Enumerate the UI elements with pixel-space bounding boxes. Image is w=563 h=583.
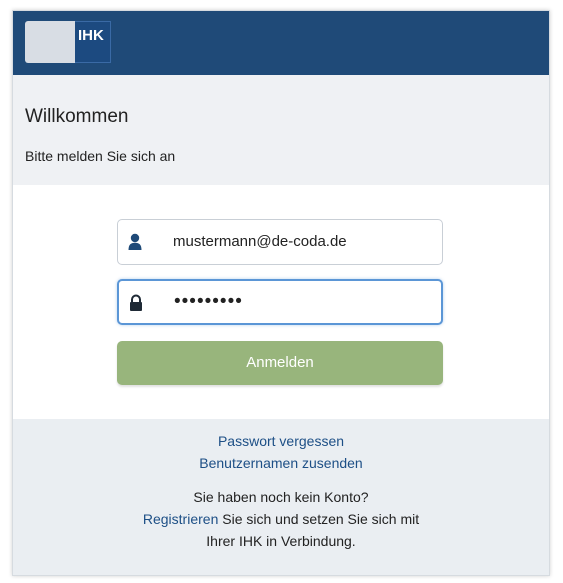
register-text: Sie sich und setzen Sie sich mit: [218, 511, 420, 527]
page-subtitle: Bitte melden Sie sich an: [25, 148, 176, 164]
login-form: mustermann@de-coda.de ••••••••• Anmelden: [13, 185, 549, 419]
no-account-text: Sie haben noch kein Konto?: [193, 489, 369, 505]
username-value: mustermann@de-coda.de: [173, 233, 347, 250]
logo-text: IHK: [75, 21, 111, 63]
login-button[interactable]: Anmelden: [117, 341, 443, 385]
password-value: •••••••••: [174, 291, 243, 312]
user-icon: [128, 233, 142, 251]
lock-icon: [129, 294, 143, 312]
password-field[interactable]: •••••••••: [117, 279, 443, 325]
username-field[interactable]: mustermann@de-coda.de: [117, 219, 443, 265]
header-bar: IHK: [13, 11, 549, 75]
login-card: IHK Willkommen Bitte melden Sie sich an …: [12, 10, 550, 576]
forgot-password-link[interactable]: Passwort vergessen: [218, 433, 344, 449]
welcome-section: Willkommen Bitte melden Sie sich an: [13, 75, 549, 185]
register-text-2: Ihrer IHK in Verbindung.: [206, 533, 356, 549]
send-username-link[interactable]: Benutzernamen zusenden: [199, 455, 362, 471]
ihk-logo: IHK: [25, 21, 111, 63]
footer-section: Passwort vergessen Benutzernamen zusende…: [13, 419, 549, 575]
page-title: Willkommen: [25, 106, 129, 127]
register-link[interactable]: Registrieren: [143, 511, 218, 527]
register-line: Registrieren Sie sich und setzen Sie sic…: [13, 511, 549, 527]
logo-left-block: [25, 21, 75, 63]
